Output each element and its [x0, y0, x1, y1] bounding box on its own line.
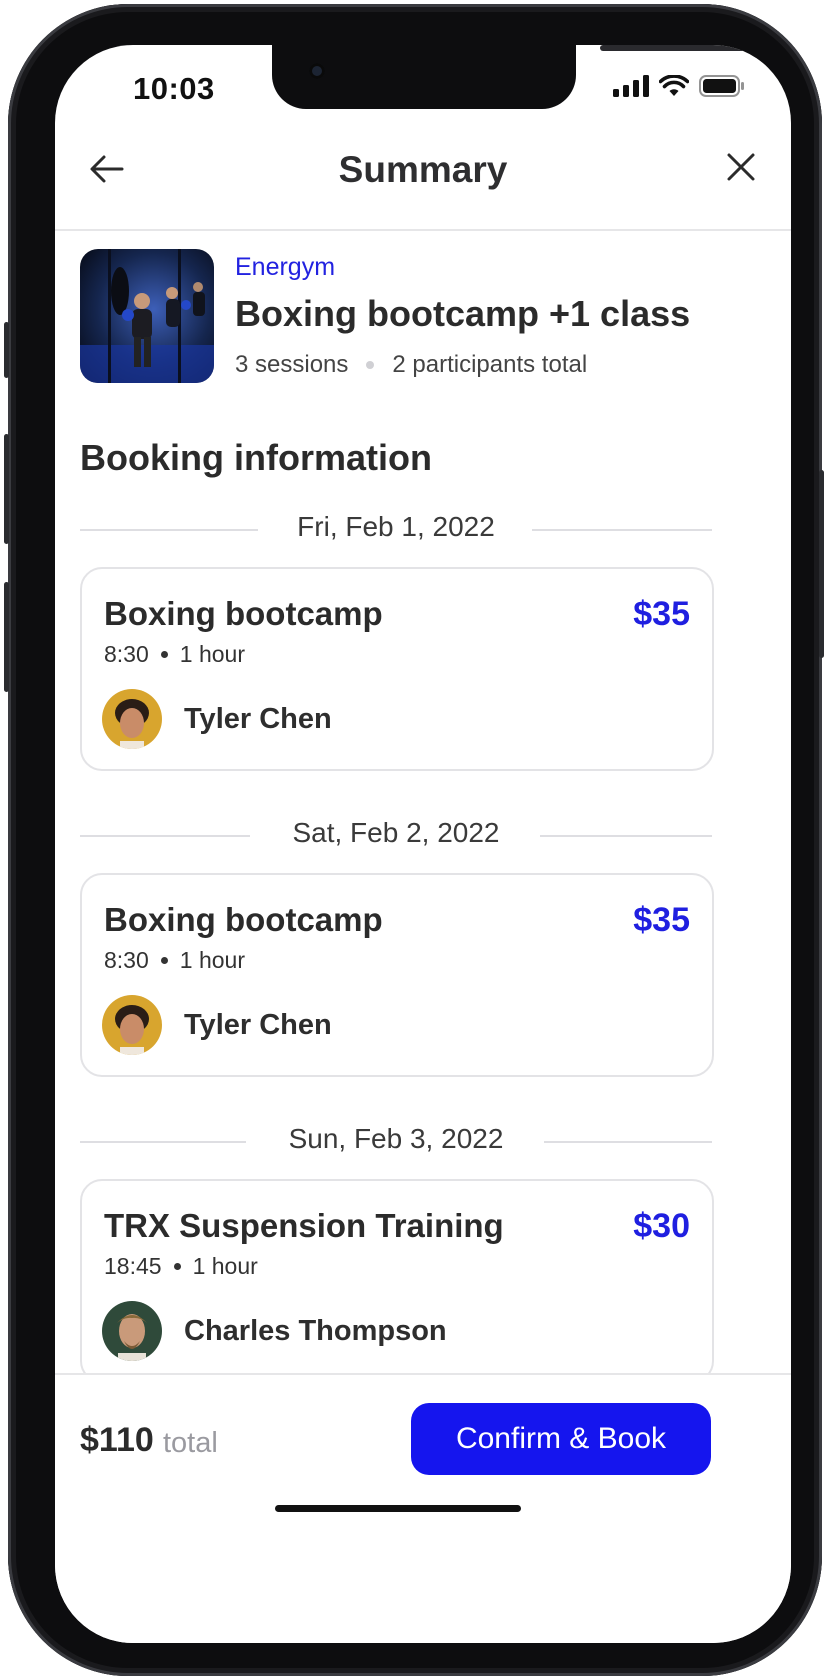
phone-frame: 10:03 Summary Energym Boxing bootcamp +1… — [4, 4, 824, 1676]
separator-dot — [173, 1263, 181, 1270]
cellular-signal-icon — [613, 75, 649, 97]
booking-card[interactable]: Boxing bootcamp $35 8:30 1 hour Tyler Ch… — [80, 567, 714, 771]
class-duration: 1 hour — [179, 947, 245, 973]
battery-icon — [699, 75, 744, 97]
date-separator: Sun, Feb 3, 2022 — [80, 1121, 712, 1161]
date-separator: Fri, Feb 1, 2022 — [80, 509, 712, 549]
booking-title: Boxing bootcamp +1 class — [235, 293, 691, 334]
class-time-meta: 18:45 1 hour — [104, 1253, 258, 1280]
sessions-count: 3 sessions — [235, 351, 349, 378]
close-icon[interactable] — [725, 151, 757, 183]
participants-count: 2 participants total — [392, 351, 588, 378]
class-time: 18:45 — [104, 1253, 162, 1279]
class-time-meta: 8:30 1 hour — [104, 947, 245, 974]
page-title: Summary — [338, 149, 508, 190]
date-separator: Sat, Feb 2, 2022 — [80, 815, 712, 855]
class-duration: 1 hour — [192, 1253, 258, 1279]
separator-dot — [160, 651, 168, 658]
divider-line — [544, 1141, 712, 1143]
power-button — [819, 470, 824, 658]
instructor-name: Tyler Chen — [184, 1009, 332, 1041]
status-time: 10:03 — [133, 71, 215, 106]
separator-dot — [366, 361, 375, 369]
class-time: 8:30 — [104, 641, 149, 667]
class-price: $30 — [633, 1207, 690, 1245]
class-time: 8:30 — [104, 947, 149, 973]
avatar — [102, 689, 162, 749]
booking-card[interactable]: TRX Suspension Training $30 18:45 1 hour… — [80, 1179, 714, 1383]
volume-up-button — [4, 434, 9, 544]
separator-dot — [160, 957, 168, 964]
class-duration: 1 hour — [179, 641, 245, 667]
volume-down-button — [4, 582, 9, 692]
booking-card[interactable]: Boxing bootcamp $35 8:30 1 hour Tyler Ch… — [80, 873, 714, 1077]
status-icons — [613, 75, 745, 97]
avatar — [102, 995, 162, 1055]
instructor-name: Charles Thompson — [184, 1315, 447, 1347]
confirm-book-button[interactable]: Confirm & Book — [411, 1403, 711, 1475]
class-name: TRX Suspension Training — [104, 1207, 504, 1244]
class-name: Boxing bootcamp — [104, 901, 383, 938]
class-thumbnail — [80, 249, 214, 383]
wifi-icon — [659, 75, 689, 96]
divider-line — [540, 835, 712, 837]
speaker — [600, 45, 756, 51]
total-label: total — [163, 1427, 218, 1459]
front-camera — [309, 63, 325, 79]
booking-meta: 3 sessions 2 participants total — [235, 351, 587, 379]
total-amount: $110 — [80, 1421, 154, 1459]
mute-switch — [4, 322, 9, 378]
section-title: Booking information — [80, 437, 432, 478]
instructor-name: Tyler Chen — [184, 703, 332, 735]
home-indicator[interactable] — [275, 1505, 521, 1512]
avatar — [102, 1301, 162, 1361]
date-label: Sun, Feb 3, 2022 — [288, 1123, 504, 1154]
date-label: Fri, Feb 1, 2022 — [297, 511, 495, 542]
class-time-meta: 8:30 1 hour — [104, 641, 245, 668]
brand-link[interactable]: Energym — [235, 253, 335, 282]
class-price: $35 — [633, 595, 690, 633]
class-price: $35 — [633, 901, 690, 939]
screen: 10:03 Summary Energym Boxing bootcamp +1… — [55, 45, 791, 1643]
date-label: Sat, Feb 2, 2022 — [292, 817, 500, 848]
class-name: Boxing bootcamp — [104, 595, 383, 632]
divider-line — [532, 529, 712, 531]
navigation-bar: Summary — [55, 149, 791, 231]
